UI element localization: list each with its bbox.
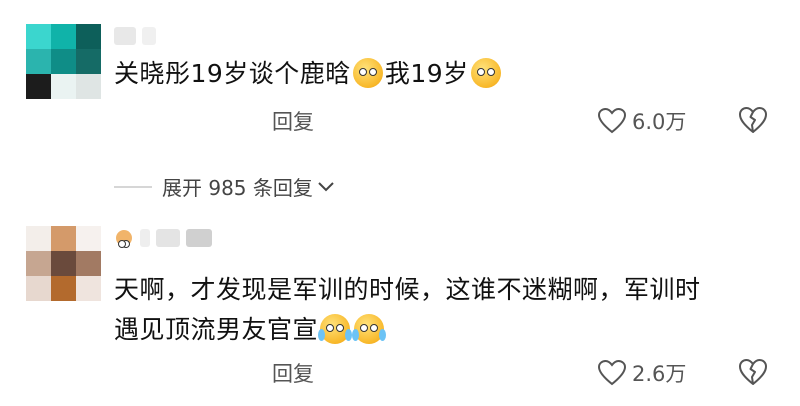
- like-count: 2.6万: [632, 362, 687, 386]
- comment-text-line2: 遇见顶流男友官宣: [114, 315, 319, 344]
- comment-text-line1: 天啊，才发现是军训的时候，这谁不迷糊啊，军训时: [114, 275, 701, 304]
- avatar[interactable]: [26, 226, 101, 301]
- comment-2: 天啊，才发现是军训的时候，这谁不迷糊啊，军训时 遇见顶流男友官宣 回复 2.6万: [0, 0, 800, 406]
- laugh-cry-emoji-icon: [318, 314, 353, 344]
- broken-heart-icon[interactable]: [738, 358, 768, 386]
- heart-outline-icon: [598, 360, 626, 386]
- like-button[interactable]: 2.6万: [598, 358, 686, 388]
- comment-text: 天啊，才发现是军训的时候，这谁不迷糊啊，军训时 遇见顶流男友官宣: [114, 270, 701, 350]
- username-blurred[interactable]: [114, 228, 212, 248]
- laugh-cry-emoji-icon: [352, 314, 387, 344]
- reply-button[interactable]: 回复: [272, 358, 314, 388]
- avatar-emoji-icon: [116, 230, 132, 248]
